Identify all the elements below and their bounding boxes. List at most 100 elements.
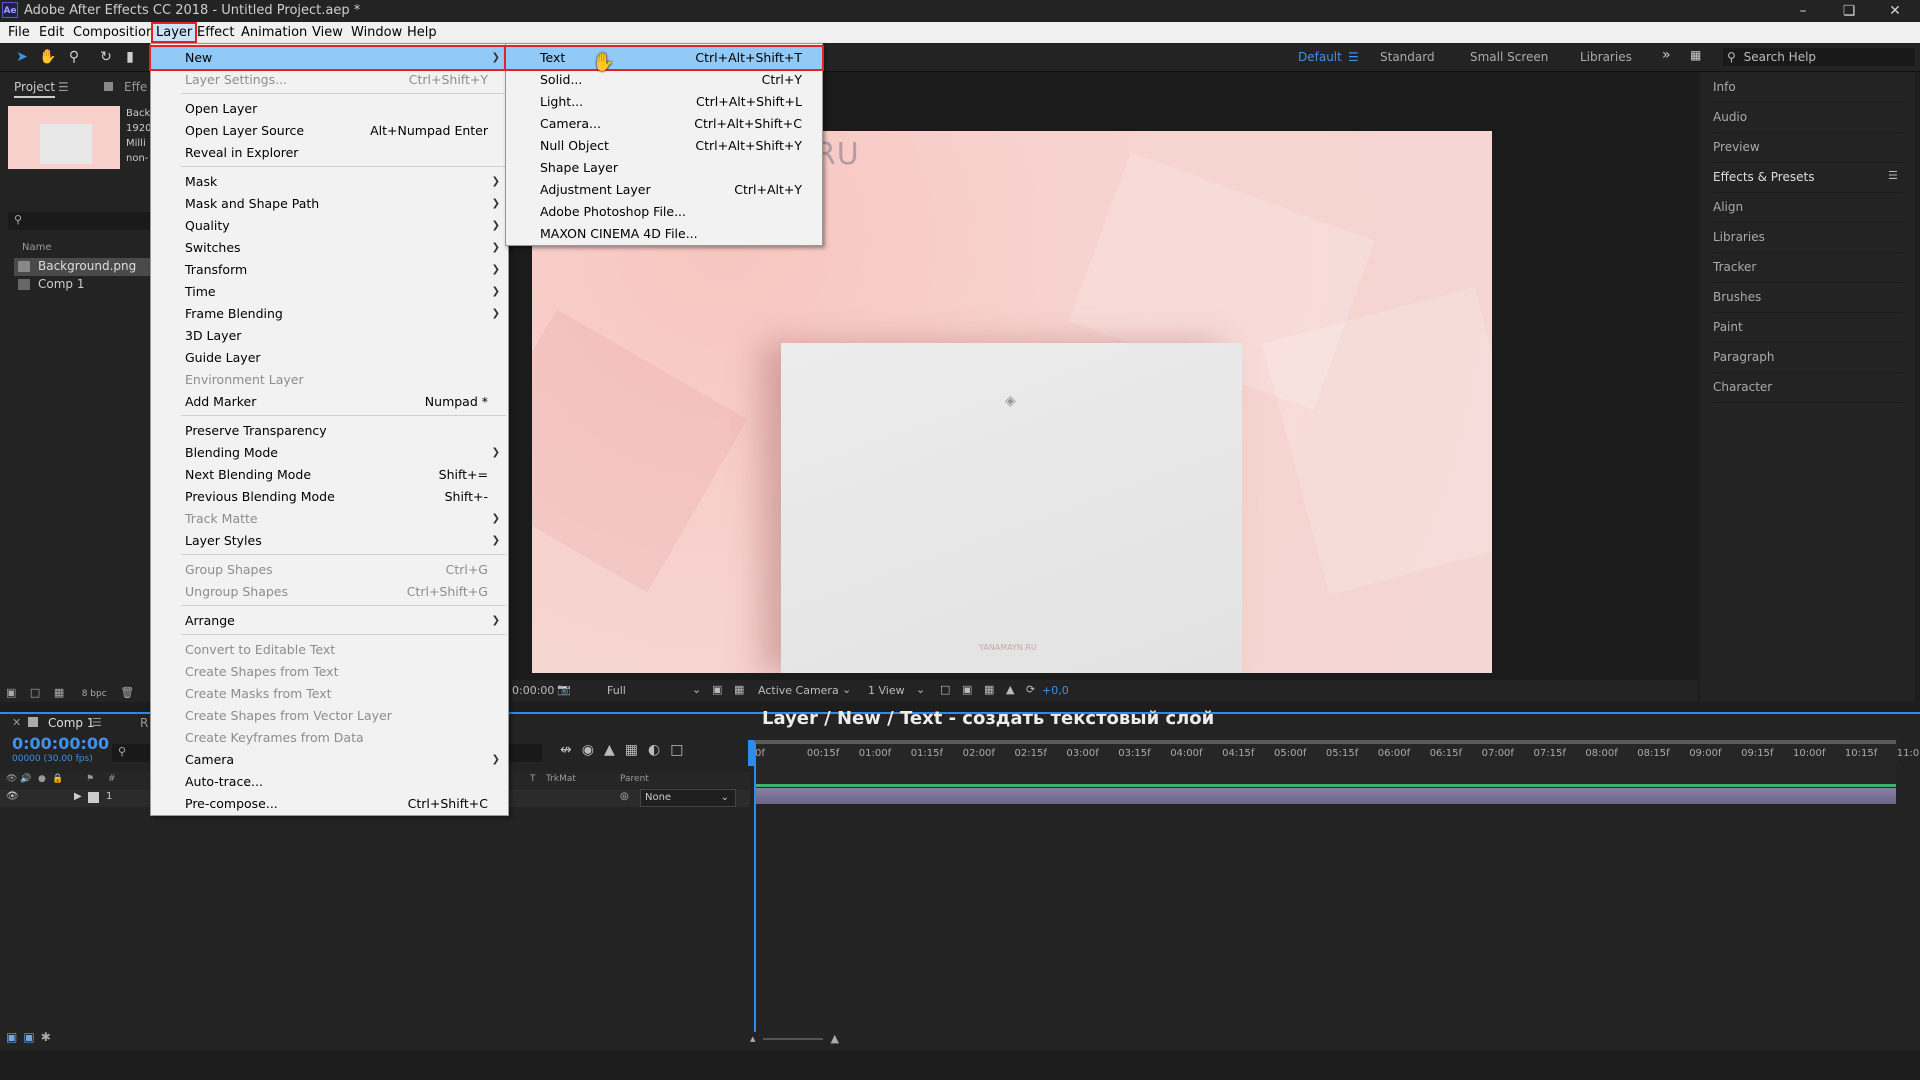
hand-tool-icon[interactable]: ✋ [38,47,58,67]
close-icon[interactable]: ✕ [1872,0,1918,22]
bpc-label[interactable]: 8 bpc [82,689,107,699]
layer_menu-item-open-layer-source[interactable]: Open Layer Source Alt+Numpad Enter [151,120,508,142]
search-help-input[interactable]: ⚲ Search Help [1723,48,1915,66]
expand-arrow-icon[interactable]: ▶ [74,791,82,802]
resolution-select[interactable]: Full [607,684,626,697]
modes-icon[interactable]: ▣ [23,1030,34,1044]
layer_menu-item-next-blending-mode[interactable]: Next Blending Mode Shift+= [151,464,508,486]
viewer-timecode[interactable]: 0:00:00 [512,684,554,697]
panel-libraries[interactable]: Libraries [1713,222,1903,253]
layer_menu-item-reveal-in-explorer[interactable]: Reveal in Explorer [151,142,508,164]
new_menu-item-camera[interactable]: Camera... Ctrl+Alt+Shift+C [506,113,822,135]
layer_menu-item-frame-blending[interactable]: Frame Blending ❯ [151,303,508,325]
timeline-icon[interactable]: ▦ [984,683,994,696]
column-t[interactable]: T [530,774,536,784]
timeline-close-icon[interactable]: ✕ [12,716,21,729]
toggle-pixel-aspect-icon[interactable]: □ [940,683,950,696]
layer_menu-item-time[interactable]: Time ❯ [151,281,508,303]
speaker-icon[interactable]: 🔊 [20,774,31,784]
project-item-row[interactable]: Background.png [14,258,150,276]
restore-icon[interactable]: ❏ [1826,0,1872,22]
layer_menu-item-3d-layer[interactable]: 3D Layer [151,325,508,347]
more-workspaces-icon[interactable]: » [1662,47,1671,63]
layer_menu-item-layer-styles[interactable]: Layer Styles ❯ [151,530,508,552]
menu-window[interactable]: Window [348,24,405,41]
interpret-footage-icon[interactable]: ▣ [6,686,16,699]
new_menu-item-null-object[interactable]: Null Object Ctrl+Alt+Shift+Y [506,135,822,157]
effect-controls-tab[interactable]: Effe [124,80,147,94]
shy-layers-icon[interactable]: ▲ [604,742,625,758]
current-time-indicator[interactable] [754,742,756,1032]
new-composition-icon[interactable]: ▦ [54,686,64,699]
layer_menu-item-add-marker[interactable]: Add Marker Numpad * [151,391,508,413]
layer_menu-item-blending-mode[interactable]: Blending Mode ❯ [151,442,508,464]
layer_menu-item-auto-trace[interactable]: Auto-trace... [151,771,508,793]
menu-file[interactable]: File [5,24,33,41]
layer_menu-item-mask[interactable]: Mask ❯ [151,171,508,193]
transparency-grid-icon[interactable]: ▦ [734,683,744,696]
panel-brushes[interactable]: Brushes [1713,282,1903,313]
zoom-tool-icon[interactable]: ⚲ [64,47,84,67]
column-trkmat[interactable]: TrkMat [546,774,576,784]
new_menu-item-adobe-photoshop-file[interactable]: Adobe Photoshop File... [506,201,822,223]
zoom-track[interactable] [763,1038,824,1040]
new_menu-item-text[interactable]: Text Ctrl+Alt+Shift+T [504,45,824,71]
parent-select[interactable]: None ⌄ [640,789,736,807]
trash-icon[interactable]: 🗑 [120,686,134,699]
layer_menu-item-previous-blending-mode[interactable]: Previous Blending Mode Shift+- [151,486,508,508]
new_menu-item-maxon-cinema-4d-file[interactable]: MAXON CINEMA 4D File... [506,223,822,245]
project-tab[interactable]: Project [14,80,56,98]
workspace-default[interactable]: Default [1298,50,1342,64]
layer_menu-item-guide-layer[interactable]: Guide Layer [151,347,508,369]
zoom-out-icon[interactable]: ▴ [750,1032,756,1045]
selection-tool-icon[interactable]: ➤ [12,47,32,67]
fast-preview-icon[interactable]: ▣ [962,683,972,696]
comp-flowchart-icon[interactable]: ↮ [560,742,582,758]
in-out-icon[interactable]: ✱ [41,1030,51,1044]
layer_menu-item-open-layer[interactable]: Open Layer [151,98,508,120]
menu-edit[interactable]: Edit [36,24,67,41]
snapshot-icon[interactable]: 📷 [557,683,571,696]
new_menu-item-adjustment-layer[interactable]: Adjustment Layer Ctrl+Alt+Y [506,179,822,201]
camera-tool-icon[interactable]: ▮ [120,47,140,67]
frame-blending-icon[interactable]: ▦ [625,742,648,758]
rotate-tool-icon[interactable]: ↻ [96,47,116,67]
workspace-standard[interactable]: Standard [1380,50,1435,64]
new_menu-item-light[interactable]: Light... Ctrl+Alt+Shift+L [506,91,822,113]
panel-paint[interactable]: Paint [1713,312,1903,343]
layer_menu-item-quality[interactable]: Quality ❯ [151,215,508,237]
zoom-slider[interactable]: ▴ ▲ [750,1032,839,1045]
label-icon[interactable]: ⚑ [86,774,94,784]
layer_menu-item-transform[interactable]: Transform ❯ [151,259,508,281]
layer_menu-item-preserve-transparency[interactable]: Preserve Transparency [151,420,508,442]
panel-info[interactable]: Info [1713,72,1903,103]
panel-effects-presets[interactable]: Effects & Presets [1713,162,1903,193]
region-of-interest-icon[interactable]: ▣ [712,683,722,696]
menu-composition[interactable]: Composition [70,24,157,41]
workspace-small-screen[interactable]: Small Screen [1470,50,1548,64]
workspace-libraries[interactable]: Libraries [1580,50,1632,64]
menu-animation[interactable]: Animation [238,24,310,41]
current-time-display[interactable]: 0:00:00:00 [12,734,109,753]
new_menu-item-shape-layer[interactable]: Shape Layer [506,157,822,179]
menu-help[interactable]: Help [404,24,440,41]
panel-tracker[interactable]: Tracker [1713,252,1903,283]
timeline-tab[interactable]: Comp 1 [48,716,94,730]
chevron-down-icon[interactable]: ⌄ [692,683,701,696]
panel-character[interactable]: Character [1713,372,1903,403]
visibility-eye-icon[interactable]: 👁 [6,791,19,802]
layer-duration-bar[interactable] [754,788,1896,804]
panel-align[interactable]: Align [1713,192,1903,223]
layer_menu-item-mask-and-shape-path[interactable]: Mask and Shape Path ❯ [151,193,508,215]
menu-view[interactable]: View [309,24,346,41]
work-area-bar[interactable] [754,740,1896,744]
new-folder-icon[interactable]: □ [30,686,40,699]
exposure-value[interactable]: +0,0 [1042,684,1069,697]
layer_menu-item-camera[interactable]: Camera ❯ [151,749,508,771]
eye-icon[interactable]: 👁 [6,774,17,784]
menu-layer[interactable]: Layer [150,22,198,43]
label-color-swatch[interactable] [88,792,99,803]
layer_menu-item-pre-compose[interactable]: Pre-compose... Ctrl+Shift+C [151,793,508,815]
new_menu-item-solid[interactable]: Solid... Ctrl+Y [506,69,822,91]
panel-menu-icon[interactable]: ☰ [1888,169,1898,182]
